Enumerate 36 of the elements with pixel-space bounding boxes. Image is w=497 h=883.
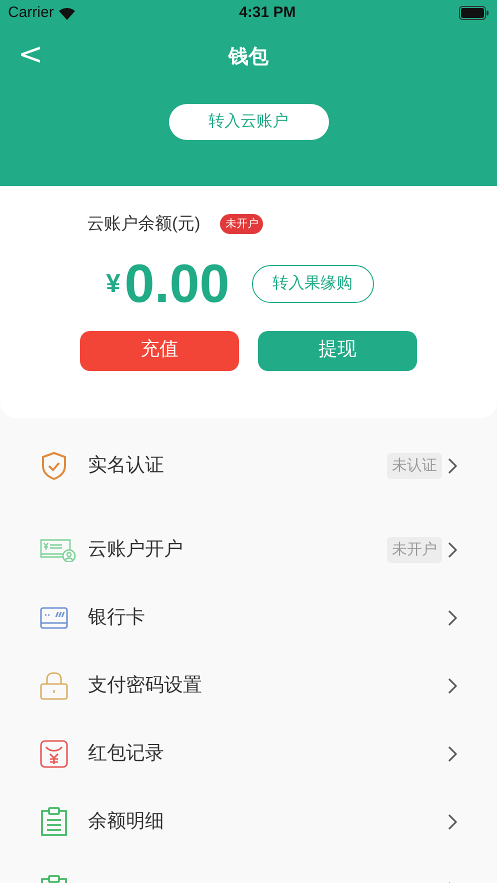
shield-check-icon bbox=[40, 451, 68, 481]
menu-item[interactable]: 支付密码设置 bbox=[0, 652, 497, 720]
menu-label: 实名认证 bbox=[88, 454, 165, 478]
menu-label: 云账户开户 bbox=[88, 538, 184, 562]
id-card-icon bbox=[40, 538, 76, 562]
envelope-icon bbox=[40, 740, 68, 768]
carrier-label: Carrier bbox=[8, 2, 54, 23]
status-tag: 未认证 bbox=[387, 452, 442, 480]
menu-item[interactable]: 余额明细 bbox=[0, 788, 497, 856]
chevron-right-icon bbox=[448, 542, 457, 558]
balance-label: 云账户余额(元) bbox=[87, 213, 200, 235]
chevron-right-icon bbox=[448, 458, 457, 474]
balance-amount: 0.00 bbox=[124, 256, 230, 310]
menu-label: 红包记录 bbox=[88, 742, 165, 766]
menu-label: 支付密码设置 bbox=[88, 674, 203, 698]
menu-item[interactable]: 实名认证 未认证 bbox=[0, 432, 497, 500]
menu-item[interactable]: 云账户开户 未开户 bbox=[0, 516, 497, 584]
chevron-right-icon bbox=[448, 678, 457, 694]
menu-item[interactable]: 银行卡 bbox=[0, 584, 497, 652]
clipboard-icon bbox=[40, 807, 68, 837]
menu-item[interactable]: 红包记录 bbox=[0, 720, 497, 788]
wifi-icon bbox=[58, 6, 76, 20]
menu-label: 余额明细 bbox=[88, 810, 165, 834]
chevron-right-icon bbox=[448, 814, 457, 830]
chevron-right-icon bbox=[448, 746, 457, 762]
chevron-right-icon bbox=[448, 610, 457, 626]
status-badge: 未开户 bbox=[220, 214, 264, 234]
recharge-button[interactable]: 充值 bbox=[80, 330, 239, 370]
padlock-icon bbox=[40, 671, 68, 701]
status-tag: 未开户 bbox=[387, 536, 442, 564]
menu-label: 银行卡 bbox=[88, 606, 146, 630]
status-time: 4:31 PM bbox=[239, 2, 296, 23]
page-title: 钱包 bbox=[228, 45, 268, 70]
battery-icon bbox=[458, 6, 489, 20]
bank-card-icon bbox=[40, 607, 68, 629]
currency-symbol: ¥ bbox=[106, 267, 120, 300]
